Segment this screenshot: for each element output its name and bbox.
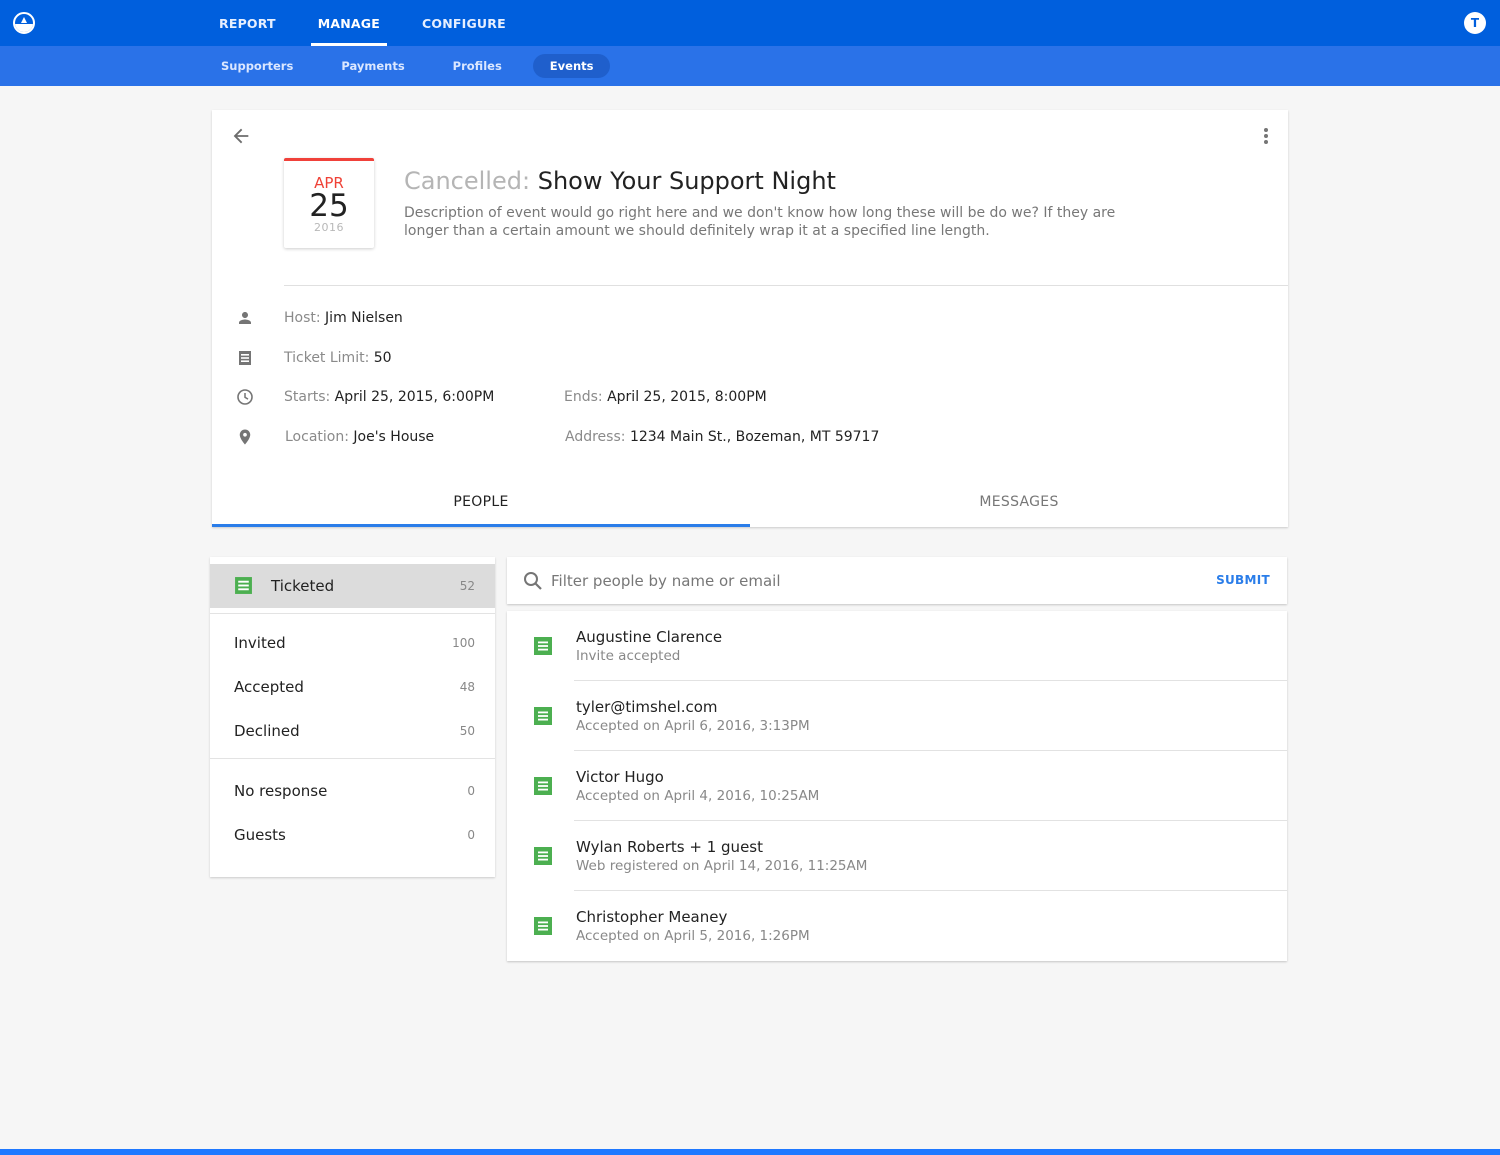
app-logo-icon[interactable]	[13, 12, 35, 34]
ticket-limit-label: Ticket Limit:	[284, 350, 370, 366]
sub-navigation-bar: Supporters Payments Profiles Events	[0, 46, 1500, 86]
main-nav: REPORT MANAGE CONFIGURE	[198, 0, 527, 46]
filter-guests[interactable]: Guests 0	[210, 813, 495, 857]
person-status: Web registered on April 14, 2016, 11:25A…	[576, 858, 868, 874]
list-item[interactable]: Wylan Roberts + 1 guest Web registered o…	[507, 821, 1287, 891]
filter-count: 48	[459, 680, 475, 694]
person-name: tyler@timshel.com	[576, 698, 718, 716]
ticket-icon	[534, 637, 552, 655]
event-tabs: PEOPLE MESSAGES	[212, 480, 1288, 527]
detail-location: Location: Joe's House	[285, 427, 434, 447]
filter-count: 100	[452, 636, 475, 650]
nav-report[interactable]: REPORT	[198, 0, 297, 46]
host-value: Jim Nielsen	[325, 310, 403, 326]
filter-label: Guests	[234, 826, 286, 844]
person-status: Accepted on April 4, 2016, 10:25AM	[576, 788, 820, 804]
filter-no-response[interactable]: No response 0	[210, 769, 495, 813]
starts-label: Starts:	[284, 389, 331, 405]
tab-people[interactable]: PEOPLE	[212, 480, 750, 527]
detail-address: Address: 1234 Main St., Bozeman, MT 5971…	[565, 427, 879, 447]
list-item[interactable]: Victor Hugo Accepted on April 4, 2016, 1…	[507, 751, 1287, 821]
filter-count: 0	[467, 828, 475, 842]
filter-ticketed[interactable]: Ticketed 52	[210, 564, 495, 608]
filter-declined[interactable]: Declined 50	[210, 709, 495, 753]
event-day: 25	[309, 188, 349, 224]
filter-invited[interactable]: Invited 100	[210, 621, 495, 665]
ticket-icon	[236, 349, 254, 367]
filter-label: Declined	[234, 722, 300, 740]
ticket-icon	[534, 707, 552, 725]
detail-host: Host: Jim Nielsen	[284, 308, 403, 328]
people-search-bar: SUBMIT	[507, 557, 1287, 604]
ends-value: April 25, 2015, 8:00PM	[607, 389, 767, 405]
filter-label: No response	[234, 782, 328, 800]
detail-ends: Ends: April 25, 2015, 8:00PM	[564, 387, 767, 407]
ticket-icon	[534, 777, 552, 795]
divider	[210, 613, 495, 614]
location-value: Joe's House	[353, 429, 435, 445]
subnav-profiles[interactable]: Profiles	[436, 54, 519, 78]
ticket-limit-value: 50	[373, 350, 392, 366]
bottom-accent-bar	[0, 1149, 1500, 1155]
detail-ticket-limit: Ticket Limit: 50	[284, 348, 392, 368]
clock-icon	[236, 388, 254, 406]
person-name: Wylan Roberts + 1 guest	[576, 838, 763, 856]
person-status: Accepted on April 6, 2016, 3:13PM	[576, 718, 810, 734]
filter-count: 50	[459, 724, 475, 738]
person-status: Accepted on April 5, 2016, 1:26PM	[576, 928, 810, 944]
person-name: Christopher Meaney	[576, 908, 728, 926]
ticket-icon	[534, 917, 552, 935]
person-icon	[236, 309, 254, 327]
search-icon	[523, 571, 543, 591]
event-year: 2016	[314, 221, 344, 234]
person-name: Augustine Clarence	[576, 628, 723, 646]
host-label: Host:	[284, 310, 321, 326]
location-label: Location:	[285, 429, 349, 445]
ticket-icon	[534, 847, 552, 865]
ends-label: Ends:	[564, 389, 603, 405]
event-status: Cancelled:	[404, 167, 531, 195]
event-date-badge: APR 25 2016	[284, 158, 374, 248]
filter-count: 52	[459, 579, 475, 593]
back-arrow-icon[interactable]	[230, 125, 252, 147]
tab-messages[interactable]: MESSAGES	[750, 480, 1288, 527]
divider	[284, 285, 1288, 286]
people-search-input[interactable]	[551, 567, 1191, 595]
person-name: Victor Hugo	[576, 768, 664, 786]
top-navigation-bar: REPORT MANAGE CONFIGURE T	[0, 0, 1500, 46]
subnav-payments[interactable]: Payments	[324, 54, 421, 78]
people-list: Augustine Clarence Invite accepted tyler…	[507, 611, 1287, 961]
more-vertical-icon[interactable]	[1256, 126, 1276, 146]
people-filter-panel: Ticketed 52 Invited 100 Accepted 48 Decl…	[210, 557, 495, 877]
event-detail-card: APR 25 2016 Cancelled: Show Your Support…	[212, 110, 1288, 527]
filter-count: 0	[467, 784, 475, 798]
ticket-icon	[234, 576, 253, 595]
list-item[interactable]: tyler@timshel.com Accepted on April 6, 2…	[507, 681, 1287, 751]
list-item[interactable]: Augustine Clarence Invite accepted	[507, 611, 1287, 681]
person-status: Invite accepted	[576, 648, 681, 664]
filter-label: Ticketed	[271, 577, 335, 595]
event-description: Description of event would go right here…	[404, 205, 1116, 239]
list-item[interactable]: Christopher Meaney Accepted on April 5, …	[507, 891, 1287, 961]
submit-button[interactable]: SUBMIT	[1216, 573, 1270, 587]
divider	[210, 758, 495, 759]
address-label: Address:	[565, 429, 626, 445]
subnav-events[interactable]: Events	[532, 54, 611, 78]
sub-nav: Supporters Payments Profiles Events	[204, 46, 614, 86]
nav-configure[interactable]: CONFIGURE	[401, 0, 527, 46]
address-value: 1234 Main St., Bozeman, MT 59717	[629, 429, 880, 445]
user-avatar[interactable]: T	[1464, 12, 1486, 34]
event-title: Cancelled: Show Your Support Night	[404, 166, 836, 196]
filter-accepted[interactable]: Accepted 48	[210, 665, 495, 709]
detail-starts: Starts: April 25, 2015, 6:00PM	[284, 387, 494, 407]
starts-value: April 25, 2015, 6:00PM	[334, 389, 495, 405]
subnav-supporters[interactable]: Supporters	[204, 54, 310, 78]
filter-label: Invited	[234, 634, 286, 652]
filter-label: Accepted	[234, 678, 304, 696]
location-pin-icon	[236, 428, 254, 446]
event-name: Show Your Support Night	[537, 167, 836, 195]
nav-manage[interactable]: MANAGE	[297, 0, 401, 46]
